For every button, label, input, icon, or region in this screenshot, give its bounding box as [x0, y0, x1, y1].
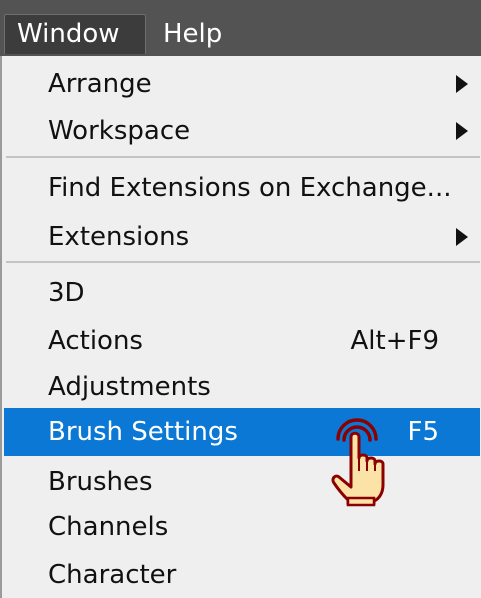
- menu-item-label: Brushes: [48, 467, 153, 497]
- submenu-arrow-icon: [456, 122, 468, 140]
- menu-item-label: Brush Settings: [48, 417, 238, 447]
- menu-item-find-extensions[interactable]: Find Extensions on Exchange...: [4, 166, 480, 210]
- menu-separator: [6, 261, 480, 263]
- menu-item-channels[interactable]: Channels: [4, 505, 480, 549]
- menu-item-label: Find Extensions on Exchange...: [48, 173, 452, 203]
- menu-item-adjustments[interactable]: Adjustments: [4, 365, 480, 409]
- menubar-item-help[interactable]: Help: [150, 14, 250, 54]
- menu-item-label: Actions: [48, 326, 143, 356]
- window-dropdown-menu: Arrange Workspace Find Extensions on Exc…: [0, 56, 481, 598]
- hand-pointer-icon: [331, 418, 385, 507]
- menu-item-shortcut: Alt+F9: [350, 326, 440, 356]
- menu-item-label: Adjustments: [48, 372, 211, 402]
- menubar-item-window[interactable]: Window: [4, 14, 146, 54]
- menu-item-shortcut: F5: [407, 417, 440, 447]
- menu-item-label: Workspace: [48, 116, 191, 146]
- menu-item-label: Character: [48, 560, 177, 590]
- menu-item-label: Extensions: [48, 222, 190, 252]
- menu-item-label: 3D: [48, 278, 85, 308]
- menu-item-character[interactable]: Character: [4, 553, 480, 597]
- menu-item-3d[interactable]: 3D: [4, 271, 480, 315]
- menu-separator: [6, 156, 480, 158]
- menu-item-label: Channels: [48, 512, 169, 542]
- menu-item-actions[interactable]: Actions Alt+F9: [4, 319, 480, 363]
- menu-item-brushes[interactable]: Brushes: [4, 460, 480, 504]
- menu-item-workspace[interactable]: Workspace: [4, 109, 480, 153]
- menu-item-extensions[interactable]: Extensions: [4, 215, 480, 259]
- submenu-arrow-icon: [456, 228, 468, 246]
- menu-bar: Window Help: [0, 0, 481, 56]
- menu-item-label: Arrange: [48, 69, 152, 99]
- menu-item-brush-settings[interactable]: Brush Settings F5: [4, 408, 480, 456]
- menu-item-arrange[interactable]: Arrange: [4, 62, 480, 106]
- submenu-arrow-icon: [456, 75, 468, 93]
